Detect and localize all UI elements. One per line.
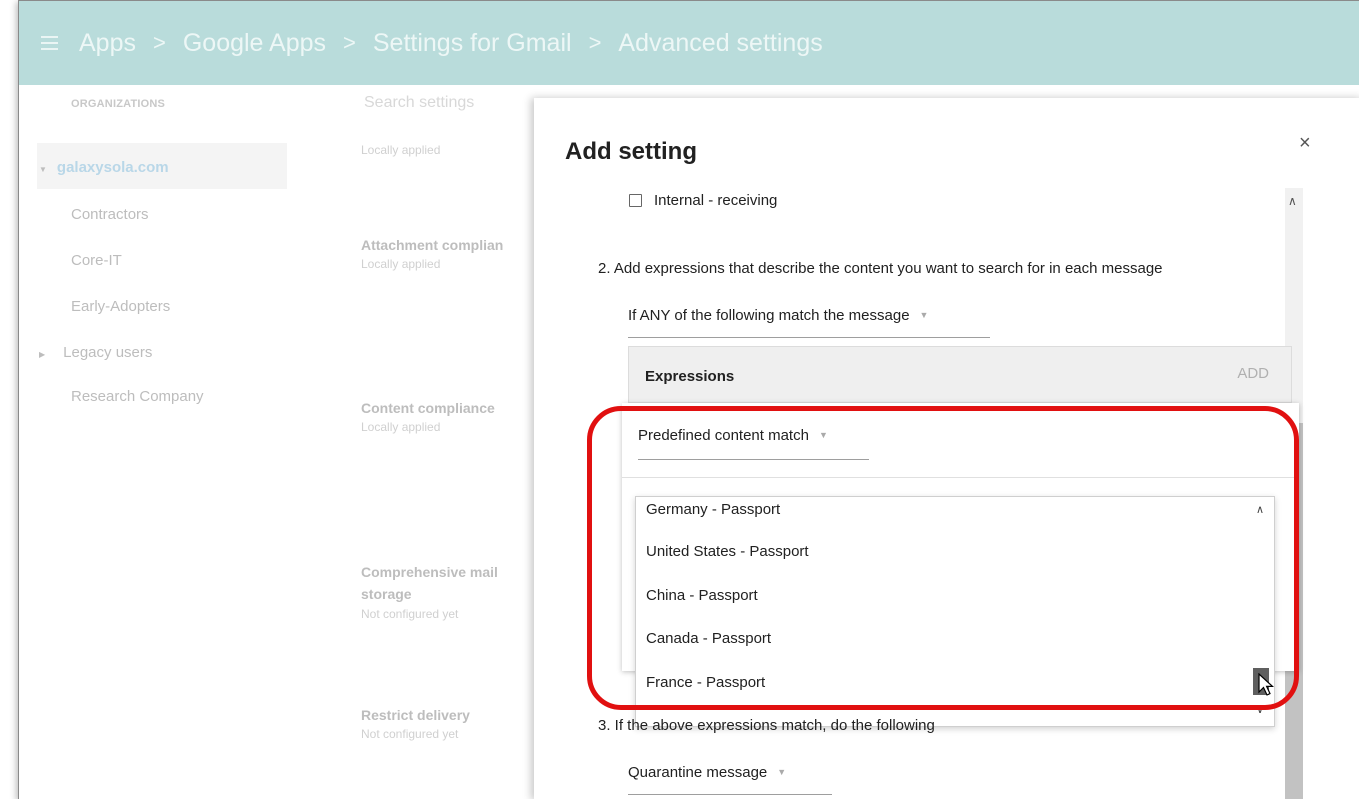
internal-receiving-option[interactable]: Internal - receiving (629, 192, 777, 209)
hamburger-menu-icon[interactable] (19, 1, 79, 85)
step2-instruction: 2. Add expressions that describe the con… (598, 260, 1163, 277)
scroll-down-icon[interactable]: ∨ (1256, 703, 1264, 716)
breadcrumb-separator-icon: > (152, 30, 166, 55)
dialog-title: Add setting (565, 138, 697, 165)
app-window: Apps > Google Apps > Settings for Gmail … (18, 0, 1359, 799)
dropdown-option[interactable]: China - Passport (646, 587, 758, 604)
org-item-early-adopters[interactable]: Early-Adopters (71, 298, 170, 315)
org-item-contractors[interactable]: Contractors (71, 206, 149, 223)
divider (622, 477, 1299, 478)
dropdown-caret-icon: ▼ (777, 767, 787, 777)
breadcrumb-advanced-settings: Advanced settings (618, 28, 823, 57)
dropdown-caret-icon: ▼ (818, 430, 828, 440)
action-value: Quarantine message (628, 764, 768, 781)
org-item-core-it[interactable]: Core-IT (71, 252, 122, 269)
setting-status: Locally applied (361, 257, 441, 271)
add-setting-dialog: Add setting × ∧ Internal - receiving 2. … (534, 98, 1359, 799)
mouse-pointer-icon (1258, 673, 1274, 696)
predefined-content-dropdown[interactable]: Germany - Passport United States - Passp… (635, 496, 1275, 727)
breadcrumb-separator-icon: > (588, 30, 602, 55)
setting-status: Not configured yet (361, 727, 459, 741)
search-settings-input[interactable]: Search settings (364, 94, 474, 112)
expressions-header: Expressions ADD (628, 346, 1292, 403)
org-item-legacy-users[interactable]: ▶ Legacy users (39, 344, 152, 361)
match-mode-select[interactable]: If ANY of the following match the messag… (628, 307, 990, 338)
setting-comprehensive-mail-storage-line2[interactable]: storage (361, 584, 412, 604)
internal-receiving-label: Internal - receiving (654, 192, 778, 209)
close-icon[interactable]: × (1299, 132, 1311, 155)
setting-comprehensive-mail-storage[interactable]: Comprehensive mail (361, 562, 498, 582)
setting-restrict-delivery[interactable]: Restrict delivery (361, 705, 470, 725)
organizations-heading: ORGANIZATIONS (71, 98, 166, 110)
expression-type-value: Predefined content match (638, 427, 809, 444)
dropdown-scrollbar[interactable]: ∧ ∨ (1248, 497, 1274, 726)
scroll-up-icon[interactable]: ∧ (1256, 503, 1264, 516)
expressions-label: Expressions (645, 368, 735, 385)
org-root-label: galaxysola.com (56, 159, 169, 176)
breadcrumb-apps[interactable]: Apps (79, 29, 136, 58)
breadcrumb-separator-icon: > (343, 30, 356, 55)
breadcrumb-settings-for-gmail[interactable]: Settings for Gmail (373, 29, 572, 58)
setting-status: Locally applied (361, 420, 441, 434)
setting-attachment-compliance[interactable]: Attachment complian (361, 235, 503, 255)
match-mode-value: If ANY of the following match the messag… (628, 307, 910, 324)
org-item-research-company[interactable]: Research Company (71, 388, 204, 405)
breadcrumb-google-apps[interactable]: Google Apps (183, 29, 326, 58)
step3-instruction: 3. If the above expressions match, do th… (598, 717, 935, 734)
setting-status: Locally applied (361, 143, 441, 157)
top-bar: Apps > Google Apps > Settings for Gmail … (19, 1, 1359, 85)
dropdown-option[interactable]: United States - Passport (646, 543, 809, 560)
breadcrumb: Apps > Google Apps > Settings for Gmail … (79, 29, 823, 58)
expression-type-select[interactable]: Predefined content match ▼ (638, 427, 869, 460)
action-select[interactable]: Quarantine message ▼ (628, 764, 832, 795)
org-item-root[interactable]: ▼ galaxysola.com (39, 159, 169, 176)
dropdown-option[interactable]: Canada - Passport (646, 630, 771, 647)
dropdown-caret-icon: ▼ (919, 310, 929, 320)
internal-receiving-checkbox[interactable] (629, 194, 642, 207)
add-expression-button[interactable]: ADD (1237, 365, 1269, 382)
expand-triangle-icon[interactable]: ▼ (39, 165, 47, 174)
setting-content-compliance[interactable]: Content compliance (361, 398, 495, 418)
dropdown-option[interactable]: France - Passport (646, 674, 765, 691)
org-legacy-label: Legacy users (63, 344, 153, 361)
setting-status: Not configured yet (361, 607, 459, 621)
scroll-up-icon[interactable]: ∧ (1288, 194, 1297, 208)
dropdown-option[interactable]: Germany - Passport (646, 501, 780, 518)
expand-triangle-icon[interactable]: ▶ (39, 350, 45, 359)
